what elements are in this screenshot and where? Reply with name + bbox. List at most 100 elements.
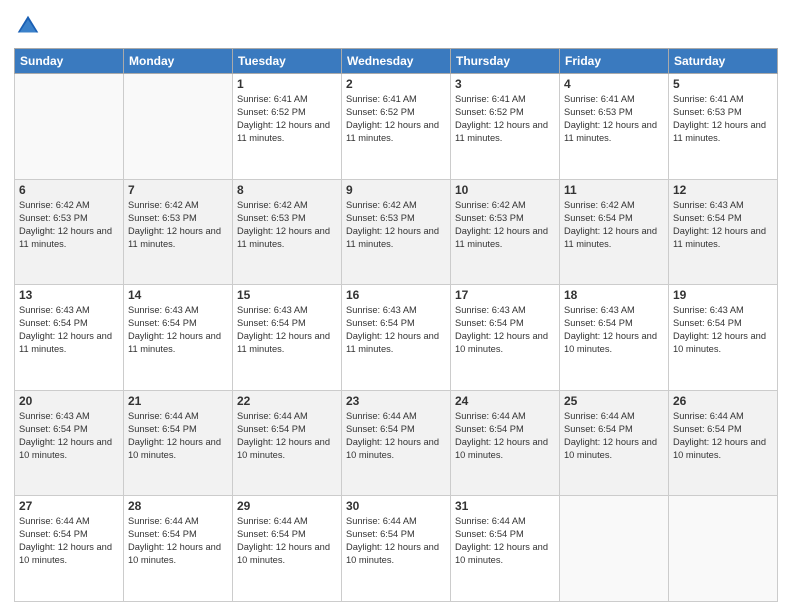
day-info: Sunrise: 6:41 AMSunset: 6:52 PMDaylight:… [237, 93, 337, 145]
day-number: 13 [19, 288, 119, 302]
day-number: 8 [237, 183, 337, 197]
day-number: 16 [346, 288, 446, 302]
calendar-cell: 1 Sunrise: 6:41 AMSunset: 6:52 PMDaylight… [233, 74, 342, 180]
calendar-cell: 11 Sunrise: 6:42 AMSunset: 6:54 PMDayligh… [560, 179, 669, 285]
calendar-cell: 8 Sunrise: 6:42 AMSunset: 6:53 PMDaylight… [233, 179, 342, 285]
day-info: Sunrise: 6:44 AMSunset: 6:54 PMDaylight:… [128, 515, 228, 567]
day-number: 19 [673, 288, 773, 302]
day-info: Sunrise: 6:44 AMSunset: 6:54 PMDaylight:… [19, 515, 119, 567]
col-tuesday: Tuesday [233, 49, 342, 74]
day-number: 11 [564, 183, 664, 197]
day-number: 4 [564, 77, 664, 91]
day-number: 30 [346, 499, 446, 513]
day-info: Sunrise: 6:44 AMSunset: 6:54 PMDaylight:… [237, 410, 337, 462]
day-number: 7 [128, 183, 228, 197]
day-info: Sunrise: 6:42 AMSunset: 6:53 PMDaylight:… [237, 199, 337, 251]
day-number: 26 [673, 394, 773, 408]
calendar-cell: 12Sunrise: 6:43 AMSunset: 6:54 PMDayligh… [669, 179, 778, 285]
calendar-cell: 29 Sunrise: 6:44 AMSunset: 6:54 PMDayligh… [233, 496, 342, 602]
calendar-cell: 16Sunrise: 6:43 AMSunset: 6:54 PMDayligh… [342, 285, 451, 391]
logo [14, 12, 46, 40]
col-saturday: Saturday [669, 49, 778, 74]
calendar-cell: 26Sunrise: 6:44 AMSunset: 6:54 PMDayligh… [669, 390, 778, 496]
day-number: 18 [564, 288, 664, 302]
calendar-cell: 5 Sunrise: 6:41 AMSunset: 6:53 PMDaylight… [669, 74, 778, 180]
day-info: Sunrise: 6:44 AMSunset: 6:54 PMDaylight:… [346, 515, 446, 567]
day-info: Sunrise: 6:42 AMSunset: 6:53 PMDaylight:… [128, 199, 228, 251]
day-number: 5 [673, 77, 773, 91]
day-info: Sunrise: 6:44 AMSunset: 6:54 PMDaylight:… [128, 410, 228, 462]
day-number: 14 [128, 288, 228, 302]
calendar-week-1: 1 Sunrise: 6:41 AMSunset: 6:52 PMDaylight… [15, 74, 778, 180]
calendar-cell: 9 Sunrise: 6:42 AMSunset: 6:53 PMDaylight… [342, 179, 451, 285]
calendar-cell: 28 Sunrise: 6:44 AMSunset: 6:54 PMDayligh… [124, 496, 233, 602]
day-info: Sunrise: 6:44 AMSunset: 6:54 PMDaylight:… [455, 410, 555, 462]
calendar-week-3: 13 Sunrise: 6:43 AMSunset: 6:54 PMDayligh… [15, 285, 778, 391]
day-number: 28 [128, 499, 228, 513]
day-info: Sunrise: 6:43 AMSunset: 6:54 PMDaylight:… [673, 304, 773, 356]
calendar-cell: 7 Sunrise: 6:42 AMSunset: 6:53 PMDaylight… [124, 179, 233, 285]
header [14, 12, 778, 40]
calendar-cell: 24 Sunrise: 6:44 AMSunset: 6:54 PMDayligh… [451, 390, 560, 496]
day-info: Sunrise: 6:43 AMSunset: 6:54 PMDaylight:… [237, 304, 337, 356]
day-number: 12 [673, 183, 773, 197]
day-number: 29 [237, 499, 337, 513]
calendar-cell: 19 Sunrise: 6:43 AMSunset: 6:54 PMDayligh… [669, 285, 778, 391]
day-number: 22 [237, 394, 337, 408]
day-info: Sunrise: 6:44 AMSunset: 6:54 PMDaylight:… [346, 410, 446, 462]
calendar-cell: 2 Sunrise: 6:41 AMSunset: 6:52 PMDaylight… [342, 74, 451, 180]
day-number: 6 [19, 183, 119, 197]
calendar-cell: 31Sunrise: 6:44 AMSunset: 6:54 PMDayligh… [451, 496, 560, 602]
day-info: Sunrise: 6:42 AMSunset: 6:53 PMDaylight:… [455, 199, 555, 251]
col-friday: Friday [560, 49, 669, 74]
day-number: 20 [19, 394, 119, 408]
day-info: Sunrise: 6:42 AMSunset: 6:53 PMDaylight:… [19, 199, 119, 251]
logo-icon [14, 12, 42, 40]
calendar-cell: 27Sunrise: 6:44 AMSunset: 6:54 PMDayligh… [15, 496, 124, 602]
calendar-cell: 3 Sunrise: 6:41 AMSunset: 6:52 PMDaylight… [451, 74, 560, 180]
day-info: Sunrise: 6:42 AMSunset: 6:53 PMDaylight:… [346, 199, 446, 251]
day-info: Sunrise: 6:42 AMSunset: 6:54 PMDaylight:… [564, 199, 664, 251]
day-info: Sunrise: 6:43 AMSunset: 6:54 PMDaylight:… [564, 304, 664, 356]
day-number: 10 [455, 183, 555, 197]
day-number: 2 [346, 77, 446, 91]
day-number: 9 [346, 183, 446, 197]
calendar-cell: 10 Sunrise: 6:42 AMSunset: 6:53 PMDayligh… [451, 179, 560, 285]
day-info: Sunrise: 6:43 AMSunset: 6:54 PMDaylight:… [19, 304, 119, 356]
calendar-cell: 15 Sunrise: 6:43 AMSunset: 6:54 PMDayligh… [233, 285, 342, 391]
day-number: 3 [455, 77, 555, 91]
calendar-cell: 6 Sunrise: 6:42 AMSunset: 6:53 PMDaylight… [15, 179, 124, 285]
calendar-week-4: 20Sunrise: 6:43 AMSunset: 6:54 PMDayligh… [15, 390, 778, 496]
calendar-cell: 22 Sunrise: 6:44 AMSunset: 6:54 PMDayligh… [233, 390, 342, 496]
calendar-cell: 25 Sunrise: 6:44 AMSunset: 6:54 PMDayligh… [560, 390, 669, 496]
calendar-week-5: 27Sunrise: 6:44 AMSunset: 6:54 PMDayligh… [15, 496, 778, 602]
calendar-cell: 21 Sunrise: 6:44 AMSunset: 6:54 PMDayligh… [124, 390, 233, 496]
calendar-cell [560, 496, 669, 602]
day-number: 1 [237, 77, 337, 91]
day-info: Sunrise: 6:43 AMSunset: 6:54 PMDaylight:… [128, 304, 228, 356]
calendar-cell: 18 Sunrise: 6:43 AMSunset: 6:54 PMDayligh… [560, 285, 669, 391]
day-number: 24 [455, 394, 555, 408]
page: Sunday Monday Tuesday Wednesday Thursday… [0, 0, 792, 612]
col-monday: Monday [124, 49, 233, 74]
calendar-cell: 23Sunrise: 6:44 AMSunset: 6:54 PMDayligh… [342, 390, 451, 496]
day-info: Sunrise: 6:41 AMSunset: 6:52 PMDaylight:… [346, 93, 446, 145]
calendar-header-row: Sunday Monday Tuesday Wednesday Thursday… [15, 49, 778, 74]
day-number: 21 [128, 394, 228, 408]
day-number: 15 [237, 288, 337, 302]
calendar-cell: 30 Sunrise: 6:44 AMSunset: 6:54 PMDayligh… [342, 496, 451, 602]
col-wednesday: Wednesday [342, 49, 451, 74]
calendar: Sunday Monday Tuesday Wednesday Thursday… [14, 48, 778, 602]
calendar-cell [15, 74, 124, 180]
day-info: Sunrise: 6:41 AMSunset: 6:53 PMDaylight:… [673, 93, 773, 145]
calendar-cell: 20Sunrise: 6:43 AMSunset: 6:54 PMDayligh… [15, 390, 124, 496]
day-info: Sunrise: 6:44 AMSunset: 6:54 PMDaylight:… [237, 515, 337, 567]
day-info: Sunrise: 6:41 AMSunset: 6:52 PMDaylight:… [455, 93, 555, 145]
calendar-cell: 13 Sunrise: 6:43 AMSunset: 6:54 PMDayligh… [15, 285, 124, 391]
calendar-cell: 17Sunrise: 6:43 AMSunset: 6:54 PMDayligh… [451, 285, 560, 391]
day-number: 17 [455, 288, 555, 302]
day-number: 25 [564, 394, 664, 408]
calendar-week-2: 6 Sunrise: 6:42 AMSunset: 6:53 PMDaylight… [15, 179, 778, 285]
col-sunday: Sunday [15, 49, 124, 74]
day-info: Sunrise: 6:44 AMSunset: 6:54 PMDaylight:… [564, 410, 664, 462]
